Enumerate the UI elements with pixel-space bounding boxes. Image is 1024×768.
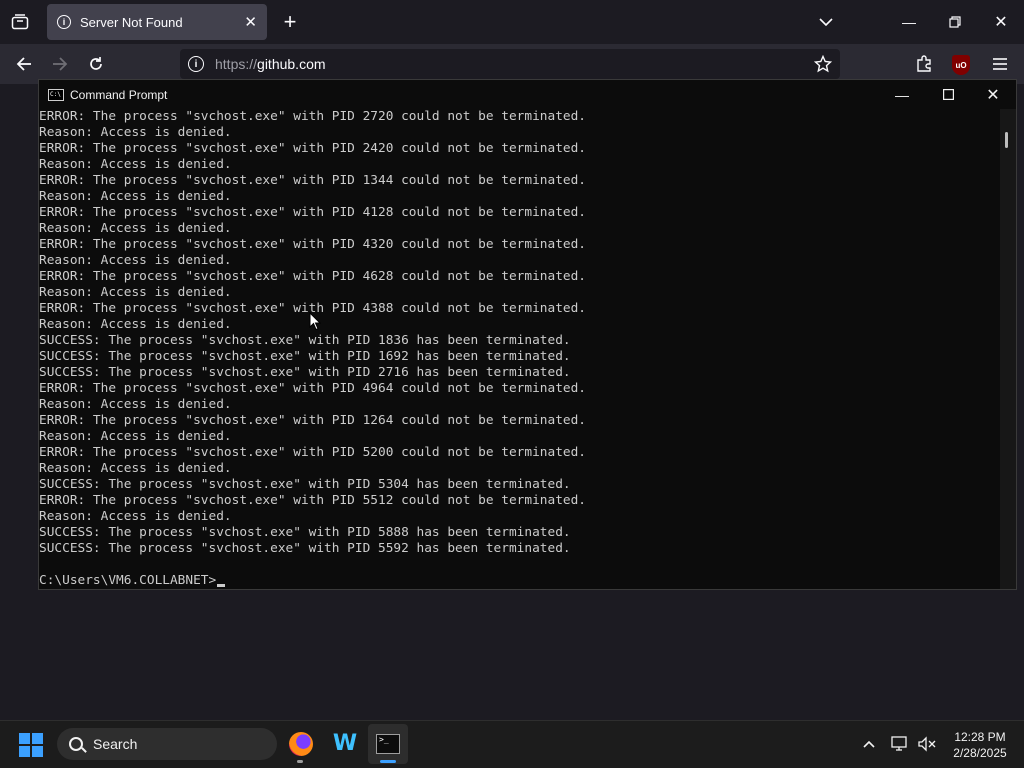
chevron-down-icon[interactable] bbox=[810, 6, 842, 38]
console-prompt: C:\Users\VM6.COLLABNET> bbox=[39, 573, 217, 588]
url-text[interactable]: https://github.com bbox=[215, 56, 326, 72]
console-line: Reason: Access is denied. bbox=[39, 157, 232, 172]
tab-overview-icon[interactable] bbox=[4, 6, 36, 38]
console-line: ERROR: The process "svchost.exe" with PI… bbox=[39, 445, 587, 460]
cmd-title: Command Prompt bbox=[70, 87, 168, 102]
cmd-minimize-button[interactable]: — bbox=[879, 80, 925, 109]
firefox-running-indicator bbox=[297, 760, 303, 763]
console-line: ERROR: The process "svchost.exe" with PI… bbox=[39, 173, 587, 188]
site-info-icon[interactable]: i bbox=[188, 56, 204, 72]
console-line: Reason: Access is denied. bbox=[39, 509, 232, 524]
restore-browser-icon[interactable] bbox=[939, 6, 971, 38]
terminal-active-indicator bbox=[380, 760, 396, 763]
volume-muted-icon[interactable] bbox=[915, 734, 939, 754]
console-line: Reason: Access is denied. bbox=[39, 461, 232, 476]
console-line: Reason: Access is denied. bbox=[39, 125, 232, 140]
windows-start-icon[interactable] bbox=[19, 733, 43, 757]
console-line: ERROR: The process "svchost.exe" with PI… bbox=[39, 493, 587, 508]
network-icon[interactable] bbox=[888, 734, 912, 754]
console-prompt-line[interactable]: C:\Users\VM6.COLLABNET> bbox=[39, 573, 586, 589]
console-line: Reason: Access is denied. bbox=[39, 253, 232, 268]
console-output[interactable]: ERROR: The process "svchost.exe" with PI… bbox=[39, 109, 999, 589]
console-line: ERROR: The process "svchost.exe" with PI… bbox=[39, 141, 587, 156]
wave-app-icon: W bbox=[332, 731, 358, 756]
console-line: Reason: Access is denied. bbox=[39, 189, 232, 204]
minimize-browser-icon[interactable]: — bbox=[893, 6, 925, 38]
console-scrollbar[interactable] bbox=[1000, 109, 1016, 589]
taskbar-terminal[interactable]: >_ bbox=[368, 724, 408, 764]
puzzle-icon[interactable] bbox=[908, 48, 940, 80]
scrollbar-thumb[interactable] bbox=[1005, 132, 1008, 148]
cmd-maximize-button[interactable] bbox=[925, 80, 971, 109]
console-line: SUCCESS: The process "svchost.exe" with … bbox=[39, 525, 571, 540]
ublock-origin-icon[interactable]: uO bbox=[952, 55, 970, 75]
mouse-pointer-icon bbox=[309, 312, 321, 331]
console-line: SUCCESS: The process "svchost.exe" with … bbox=[39, 477, 571, 492]
console-line: ERROR: The process "svchost.exe" with PI… bbox=[39, 413, 587, 428]
back-arrow-icon[interactable] bbox=[8, 48, 40, 80]
console-line: Reason: Access is denied. bbox=[39, 221, 232, 236]
console-line: ERROR: The process "svchost.exe" with PI… bbox=[39, 237, 587, 252]
tab-title: Server Not Found bbox=[80, 14, 183, 30]
taskbar-firefox[interactable] bbox=[281, 724, 321, 764]
console-line: SUCCESS: The process "svchost.exe" with … bbox=[39, 541, 571, 556]
search-label: Search bbox=[93, 736, 138, 752]
console-line: Reason: Access is denied. bbox=[39, 429, 232, 444]
forward-arrow-icon[interactable] bbox=[44, 48, 76, 80]
console-line: ERROR: The process "svchost.exe" with PI… bbox=[39, 205, 587, 220]
browser-tab[interactable]: i Server Not Found ✕ bbox=[47, 4, 267, 40]
cmd-close-button[interactable]: ✕ bbox=[970, 80, 1016, 109]
clock-time: 12:28 PM bbox=[954, 730, 1006, 744]
terminal-icon: >_ bbox=[376, 734, 400, 754]
console-line: ERROR: The process "svchost.exe" with PI… bbox=[39, 381, 587, 396]
system-clock[interactable]: 12:28 PM 2/28/2025 bbox=[948, 729, 1012, 761]
console-line: SUCCESS: The process "svchost.exe" with … bbox=[39, 349, 571, 364]
taskbar-wave[interactable]: W bbox=[325, 724, 365, 764]
cmd-title-bar[interactable]: C:\ Command Prompt bbox=[39, 80, 1016, 109]
close-tab-icon[interactable]: ✕ bbox=[244, 13, 257, 31]
chevron-up-icon[interactable] bbox=[857, 734, 881, 754]
reload-icon[interactable] bbox=[80, 48, 112, 80]
hamburger-menu-icon[interactable] bbox=[984, 48, 1016, 80]
console-line: Reason: Access is denied. bbox=[39, 285, 232, 300]
console-line: ERROR: The process "svchost.exe" with PI… bbox=[39, 109, 587, 124]
plus-icon[interactable]: + bbox=[274, 6, 306, 38]
search-icon bbox=[69, 737, 83, 751]
console-text: ERROR: The process "svchost.exe" with PI… bbox=[39, 109, 586, 589]
text-cursor bbox=[217, 584, 226, 587]
console-line: SUCCESS: The process "svchost.exe" with … bbox=[39, 365, 571, 380]
taskbar-search[interactable]: Search bbox=[57, 728, 277, 760]
info-icon: i bbox=[57, 15, 71, 29]
star-icon[interactable] bbox=[807, 48, 839, 80]
cmd-app-icon: C:\ bbox=[48, 88, 64, 101]
console-line: ERROR: The process "svchost.exe" with PI… bbox=[39, 269, 587, 284]
console-line: SUCCESS: The process "svchost.exe" with … bbox=[39, 333, 571, 348]
close-browser-icon[interactable]: ✕ bbox=[985, 6, 1017, 38]
console-line: Reason: Access is denied. bbox=[39, 397, 232, 412]
command-prompt-window[interactable]: C:\ Command Prompt — ✕ ERROR: The proces… bbox=[38, 79, 1017, 590]
firefox-icon bbox=[289, 732, 313, 756]
clock-date: 2/28/2025 bbox=[953, 746, 1007, 760]
